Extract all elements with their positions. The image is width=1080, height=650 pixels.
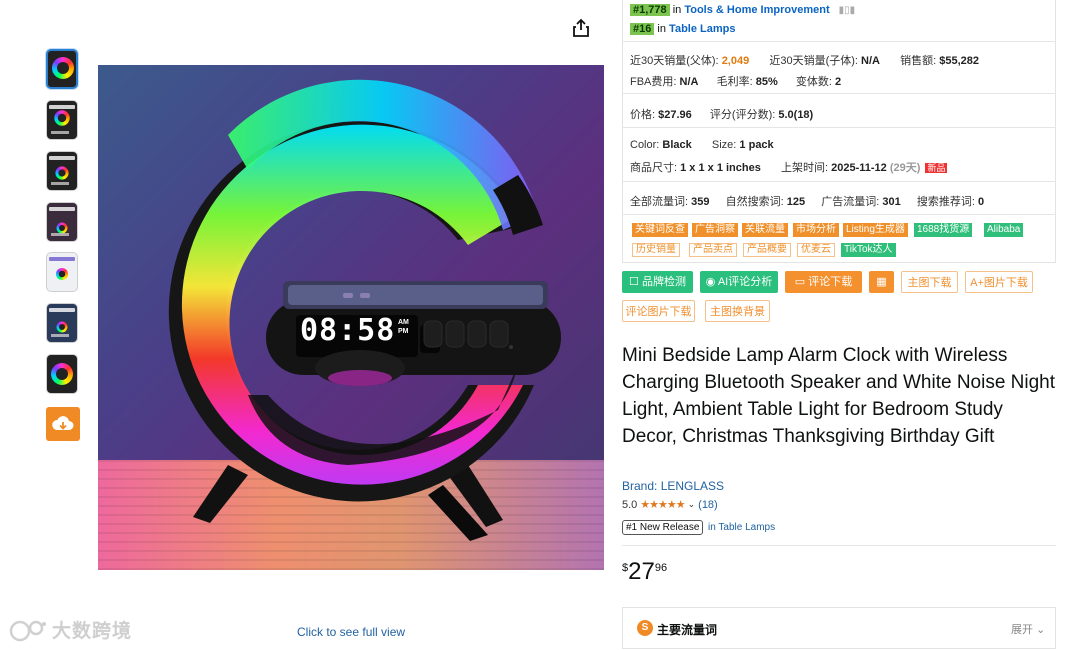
main-product-image[interactable]: 08:58 AM PM [98, 65, 604, 570]
thumbnail-4[interactable] [46, 202, 78, 242]
chevron-down-icon: ⌄ [1036, 624, 1046, 636]
review-download-button[interactable]: ▭ 评论下载 [785, 271, 862, 293]
new-product-badge: 新品 [925, 163, 948, 173]
stats-row-variant: Color: Black Size: 1 pack [630, 139, 774, 151]
ai-icon: ◉ [705, 276, 716, 288]
review-image-download-button[interactable]: 评论图片下载 [622, 300, 695, 322]
rank-category-link[interactable]: Table Lamps [669, 23, 735, 35]
tag-ad-insight[interactable]: 广告洞察 [692, 223, 738, 237]
new-release-badge[interactable]: #1 New Release [622, 520, 704, 535]
tag-keyword-reverse[interactable]: 关键词反查 [632, 223, 688, 237]
main-image-download-button[interactable]: 主图下载 [901, 271, 958, 293]
keywords-section-title: 主要流量词 [657, 623, 718, 637]
tag-1688-source[interactable]: 1688找货源 [914, 223, 973, 237]
thumbnail-1[interactable] [46, 49, 78, 89]
click-full-view-link[interactable]: Click to see full view [297, 625, 405, 639]
chevron-down-icon: ⌄ [687, 499, 696, 509]
watermark-logo-icon [9, 620, 46, 641]
download-images-button[interactable] [46, 407, 80, 441]
traffic-icon: S [637, 620, 653, 636]
thumbnail-6[interactable] [46, 303, 78, 343]
tag-tiktok[interactable]: TikTok达人 [841, 243, 896, 257]
tag-market-analysis[interactable]: 市场分析 [793, 223, 839, 237]
calculator-icon: ▦ [876, 276, 887, 288]
tag-selling-points[interactable]: 产品卖点 [689, 243, 737, 257]
tag-related-traffic[interactable]: 关联流量 [742, 223, 788, 237]
cloud-download-icon [52, 416, 74, 430]
tag-youmaiyun[interactable]: 优麦云 [797, 243, 835, 257]
product-price: $2796 [622, 558, 668, 585]
main-image-bg-button[interactable]: 主图换背景 [705, 300, 770, 322]
thumbnail-2[interactable] [46, 100, 78, 140]
share-icon [573, 18, 589, 37]
badge-category-link[interactable]: in Table Lamps [708, 522, 775, 533]
ai-review-analysis-button[interactable]: ◉ AI评论分析 [700, 271, 778, 293]
stats-row-traffic: 全部流量词: 359 自然搜索词: 125 广告流量词: 301 搜索推荐词: … [630, 196, 985, 208]
brand-check-button[interactable]: ☐ 品牌检测 [622, 271, 693, 293]
aplus-image-download-button[interactable]: A+图片下载 [965, 271, 1033, 293]
thumbnail-3[interactable] [46, 151, 78, 191]
thumbnail-7[interactable] [46, 354, 78, 394]
checkbox-icon: ☐ [629, 276, 639, 288]
rank-category-link[interactable]: Tools & Home Improvement [684, 4, 829, 16]
brand-link[interactable]: Brand: LENGLASS [622, 479, 724, 493]
main-keywords-section[interactable]: S 主要流量词 展开 ⌄ [622, 607, 1056, 649]
bar-chart-icon[interactable]: ▮▯▮ [839, 5, 856, 16]
calculator-button[interactable]: ▦ [869, 271, 894, 293]
stats-row-dims: 商品尺寸: 1 x 1 x 1 inches 上架时间: 2025-11-12 … [630, 162, 948, 174]
clock-am-label: AM [398, 319, 409, 326]
star-rating-icon: ★★★★★ [640, 499, 685, 511]
thumbnail-5[interactable] [46, 252, 78, 292]
product-title: Mini Bedside Lamp Alarm Clock with Wirel… [622, 345, 1056, 447]
stats-row-fba: FBA费用: N/A 毛利率: 85% 变体数: 2 [630, 76, 842, 88]
rating-summary[interactable]: 5.0 ★★★★★ ⌄ (18) [622, 498, 718, 512]
expand-toggle[interactable]: 展开 ⌄ [1011, 621, 1045, 637]
chat-icon: ▭ [794, 276, 806, 288]
rank-line-1: #1,778 in Tools & Home Improvement ▮▯▮ [630, 4, 855, 16]
watermark: 大数跨境 [8, 616, 132, 643]
stats-row-price: 价格: $27.96 评分(评分数): 5.0(18) [630, 109, 814, 121]
clock-display: 08:58 [300, 313, 396, 348]
share-button[interactable] [572, 18, 590, 43]
tag-summary[interactable]: 产品概要 [743, 243, 791, 257]
tag-alibaba[interactable]: Alibaba [984, 223, 1024, 237]
tag-listing-generator[interactable]: Listing生成器 [843, 223, 908, 237]
stats-row-sales: 近30天销量(父体): 2,049 近30天销量(子体): N/A 销售额: $… [630, 55, 979, 67]
tag-history-sales[interactable]: 历史销量 [632, 243, 680, 257]
rank-line-2: #16 in Table Lamps [630, 23, 735, 35]
clock-pm-label: PM [398, 328, 409, 335]
